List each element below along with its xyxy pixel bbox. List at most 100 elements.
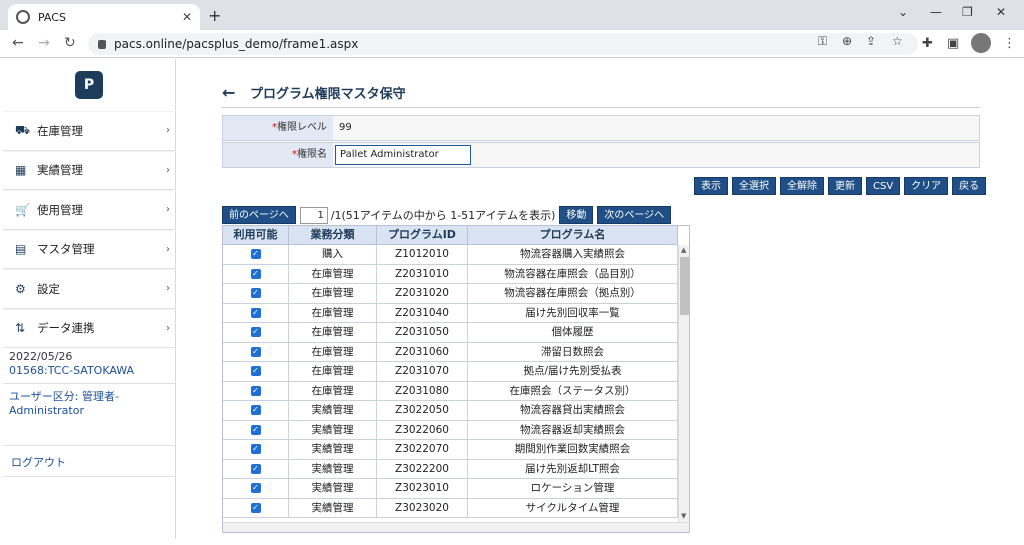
prev-page-button[interactable]: 前のページへ	[222, 206, 296, 224]
user-type: ユーザー区分: 管理者-Administrator	[3, 383, 176, 419]
program-name-cell: 届け先別回収率一覧	[468, 303, 678, 322]
table-row[interactable]: ✓ 実績管理 Z3022070 期間別作業回数実績照会	[223, 440, 678, 460]
table-row[interactable]: ✓ 実績管理 Z3022060 物流容器返却実績照会	[223, 420, 678, 440]
share-icon[interactable]: ⇪	[866, 34, 876, 48]
available-checkbox[interactable]: ✓	[250, 385, 261, 396]
csv-button[interactable]: CSV	[866, 177, 901, 195]
category-cell: 実績管理	[289, 401, 377, 420]
col-program-id[interactable]: プログラムID	[377, 226, 468, 244]
forward-icon[interactable]: →	[38, 35, 50, 51]
table-row[interactable]: ✓ 在庫管理 Z2031010 物流容器在庫照会（品目別）	[223, 264, 678, 284]
program-id-cell: Z2031040	[377, 303, 468, 322]
url-field[interactable]: pacs.online/pacsplus_demo/frame1.aspx	[88, 33, 918, 55]
program-name-cell: 物流容器貸出実績照会	[468, 401, 678, 420]
restore-icon[interactable]: ❐	[962, 5, 973, 19]
available-cell: ✓	[223, 303, 289, 322]
available-checkbox[interactable]: ✓	[250, 444, 261, 454]
available-cell: ✓	[223, 264, 289, 283]
table-row[interactable]: ✓ 実績管理 Z3022050 物流容器貸出実績照会	[223, 401, 678, 421]
next-page-button[interactable]: 次のページへ	[597, 206, 672, 224]
table-row[interactable]: ✓ 在庫管理 Z2031020 物流容器在庫照会（拠点別）	[223, 284, 678, 304]
back-arrow-icon[interactable]: ←	[222, 83, 235, 102]
category-cell: 在庫管理	[289, 323, 377, 342]
close-window-icon[interactable]: ✕	[996, 5, 1006, 19]
select-all-button[interactable]: 全選択	[732, 177, 776, 195]
program-id-cell: Z3022060	[377, 420, 468, 439]
return-button[interactable]: 戻る	[952, 177, 987, 195]
table-row[interactable]: ✓ 実績管理 Z3023020 サイクルタイム管理	[223, 498, 678, 518]
available-cell: ✓	[223, 401, 289, 420]
sidebar-item-inventory[interactable]: ⛟ 在庫管理 ›	[3, 111, 176, 151]
available-checkbox[interactable]: ✓	[250, 405, 261, 415]
avatar[interactable]	[971, 33, 991, 53]
available-checkbox[interactable]: ✓	[250, 346, 261, 357]
available-checkbox[interactable]: ✓	[250, 288, 261, 298]
table-row[interactable]: ✓ 在庫管理 Z2031040 届け先別回収率一覧	[223, 303, 678, 323]
chevron-down-icon[interactable]: ⌄	[898, 5, 908, 19]
update-button[interactable]: 更新	[828, 177, 862, 195]
new-tab-button[interactable]: +	[208, 6, 221, 25]
category-cell: 実績管理	[289, 479, 377, 498]
sidebar-item-settings[interactable]: ⚙ 設定 ›	[3, 269, 176, 309]
col-available[interactable]: 利用可能	[223, 226, 289, 244]
sidebar-item-label: 実績管理	[37, 163, 83, 178]
reload-icon[interactable]: ↻	[64, 35, 76, 51]
available-checkbox[interactable]: ✓	[250, 366, 261, 376]
close-tab-icon[interactable]: ✕	[182, 10, 192, 24]
available-checkbox[interactable]: ✓	[250, 463, 261, 474]
program-id-cell: Z2031080	[377, 381, 468, 400]
sidebar-item-usage[interactable]: 🛒 使用管理 ›	[3, 190, 176, 230]
table-row[interactable]: ✓ 実績管理 Z3022200 届け先別返却LT照会	[223, 459, 678, 479]
extensions-icon[interactable]: ✚	[922, 36, 933, 51]
program-name-cell: 期間別作業回数実績照会	[468, 440, 678, 459]
pacs-logo[interactable]: P	[75, 71, 103, 99]
sidebar-item-results[interactable]: ▦ 実績管理 ›	[3, 150, 176, 190]
col-category[interactable]: 業務分類	[289, 226, 377, 244]
clear-button[interactable]: クリア	[904, 177, 949, 195]
menu-icon[interactable]: ⋮	[1003, 36, 1016, 51]
show-button[interactable]: 表示	[694, 177, 728, 195]
program-name-cell: 物流容器在庫照会（品目別）	[468, 264, 678, 283]
page-number-input[interactable]: 1	[299, 206, 328, 224]
back-icon[interactable]: ←	[12, 35, 24, 51]
available-checkbox[interactable]: ✓	[250, 307, 261, 318]
sidepanel-icon[interactable]: ▣	[947, 36, 959, 51]
scroll-down-icon[interactable]: ▼	[681, 512, 686, 520]
table-row[interactable]: ✓ 在庫管理 Z2031050 個体履歴	[223, 323, 678, 343]
sidebar-item-data-link[interactable]: ⇅ データ連携 ›	[3, 308, 176, 348]
sidebar-item-master[interactable]: ▤ マスタ管理 ›	[3, 229, 176, 269]
name-row: *権限名 Pallet Administrator	[222, 142, 980, 168]
table-row[interactable]: ✓ 在庫管理 Z2031080 在庫照会（ステータス別）	[223, 381, 678, 401]
available-checkbox[interactable]: ✓	[250, 502, 261, 513]
star-icon[interactable]: ☆	[892, 34, 903, 48]
table-row[interactable]: ✓ 在庫管理 Z2031060 滞留日数照会	[223, 342, 678, 362]
available-checkbox[interactable]: ✓	[250, 483, 261, 493]
key-icon[interactable]: ⚿	[818, 34, 827, 49]
program-name-cell: 個体履歴	[468, 323, 678, 342]
program-id-cell: Z3023010	[377, 479, 468, 498]
available-checkbox[interactable]: ✓	[250, 268, 261, 279]
available-checkbox[interactable]: ✓	[250, 249, 261, 259]
col-program-name[interactable]: プログラム名	[468, 226, 678, 244]
category-cell: 実績管理	[289, 498, 377, 517]
available-checkbox[interactable]: ✓	[250, 424, 261, 435]
authority-name-field[interactable]: Pallet Administrator	[335, 145, 471, 165]
program-name-cell: 物流容器購入実績照会	[468, 245, 678, 264]
vertical-scrollbar[interactable]: ▲ ▼	[678, 245, 689, 522]
table-row[interactable]: ✓ 在庫管理 Z2031070 拠点/届け先別受払表	[223, 362, 678, 382]
scroll-up-icon[interactable]: ▲	[681, 246, 686, 254]
minimize-icon[interactable]: —	[930, 5, 942, 19]
zoom-icon[interactable]: ⊕	[842, 34, 852, 48]
table-row[interactable]: ✓ 購入 Z1012010 物流容器購入実績照会	[223, 245, 678, 265]
title-divider	[222, 107, 980, 108]
available-checkbox[interactable]: ✓	[250, 327, 261, 337]
scroll-thumb[interactable]	[680, 257, 689, 315]
deselect-all-button[interactable]: 全解除	[780, 177, 824, 195]
warehouse-icon: ⛟	[15, 122, 31, 137]
browser-tab[interactable]: PACS ✕	[8, 4, 200, 30]
table-row[interactable]: ✓ 実績管理 Z3023010 ロケーション管理	[223, 479, 678, 499]
logout-link[interactable]: ログアウト	[3, 445, 176, 477]
sidebar-item-label: 使用管理	[37, 202, 83, 217]
move-button[interactable]: 移動	[559, 206, 594, 224]
horizontal-scrollbar[interactable]	[223, 522, 689, 532]
